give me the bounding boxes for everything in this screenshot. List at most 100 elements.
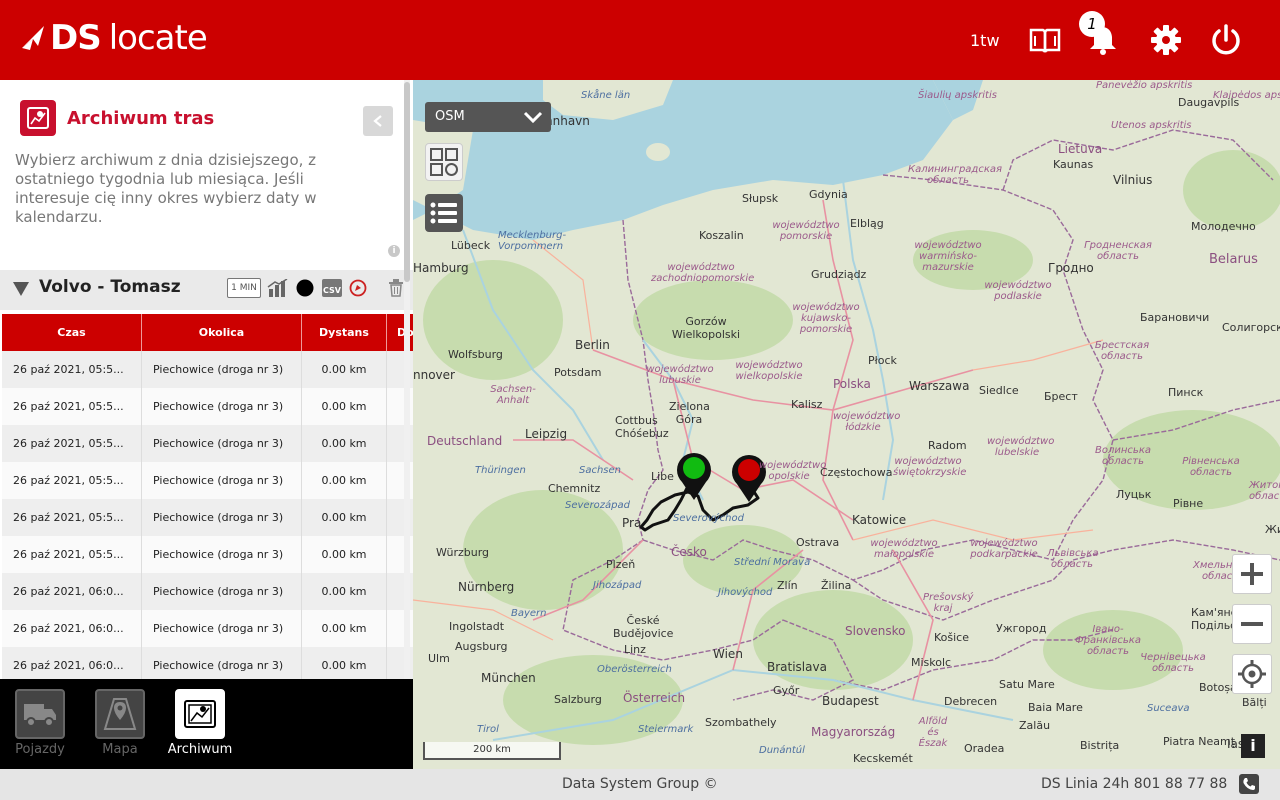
table-row[interactable]: 26 paź 2021, 06:0... Piechowice (droga nr…: [2, 573, 413, 610]
collapse-panel-button[interactable]: [363, 106, 393, 136]
cell-area: Piechowice (droga nr 3): [142, 573, 302, 610]
user-label[interactable]: 1tw: [970, 31, 1000, 50]
archive-map-icon: [175, 689, 225, 739]
route-replay-icon[interactable]: [348, 278, 368, 298]
column-header-area[interactable]: Okolica: [142, 314, 302, 351]
info-icon[interactable]: i: [388, 245, 400, 257]
app-footer: Data System Group © DS Linia 24h 801 88 …: [0, 769, 1280, 800]
map-label: Słupsk: [742, 192, 779, 205]
delete-trash-icon[interactable]: [386, 278, 406, 298]
map-label: Ostrava: [796, 536, 840, 549]
map-label: Молодечно: [1191, 220, 1256, 233]
map-label: Nürnberg: [458, 580, 515, 594]
cell-time: 26 paź 2021, 05:5...: [2, 388, 142, 425]
notifications-count-badge[interactable]: 1: [1079, 11, 1105, 37]
manual-book-icon[interactable]: [1025, 20, 1065, 60]
phone-icon[interactable]: [1239, 774, 1259, 794]
map-label: Žilina: [821, 579, 852, 592]
cell-area: Piechowice (droga nr 3): [142, 462, 302, 499]
map-label: Grudziądz: [811, 268, 867, 281]
map-layer-select[interactable]: OSM: [425, 102, 551, 132]
vehicle-group-header[interactable]: Volvo - Tomasz 1 MIN CSV: [0, 270, 413, 310]
map-label: Jihozápad: [593, 580, 642, 591]
map-layer-value: OSM: [435, 109, 465, 124]
map-label: Wien: [713, 647, 743, 661]
map-label: Чернівецька область: [1140, 652, 1206, 674]
zoom-out-button[interactable]: [1232, 604, 1272, 644]
map-label: Severozápad: [565, 500, 630, 511]
map-label: województwo opolskie: [759, 460, 827, 482]
cell-area: Piechowice (droga nr 3): [142, 499, 302, 536]
map-label: München: [481, 671, 536, 685]
ds-locate-logo[interactable]: DS locate: [20, 18, 208, 58]
table-row[interactable]: 26 paź 2021, 05:5... Piechowice (droga nr…: [2, 462, 413, 499]
collapse-triangle-icon[interactable]: [13, 282, 29, 296]
map-label: Ужгород: [996, 622, 1047, 635]
map-label: Debrecen: [944, 695, 998, 708]
map-label: Budapest: [822, 694, 879, 708]
column-header-time[interactable]: Czas: [2, 314, 142, 351]
map-label: Střední Morava: [734, 557, 811, 568]
nav-map[interactable]: Mapa: [85, 689, 155, 761]
csv-export-icon[interactable]: CSV: [321, 278, 343, 298]
map-view[interactable]: Skåne län hnhavn Klaipėdos apskritis Pan…: [413, 80, 1280, 769]
map-label: Oradea: [964, 742, 1005, 755]
map-label: Severovýchod: [673, 513, 744, 524]
cell-time: 26 paź 2021, 06:0...: [2, 573, 142, 610]
table-row[interactable]: 26 paź 2021, 05:5... Piechowice (droga nr…: [2, 536, 413, 573]
map-label: Steiermark: [638, 724, 694, 735]
route-start-marker[interactable]: [674, 450, 714, 502]
map-label: województwo świętokrzyskie: [893, 456, 967, 478]
table-row[interactable]: 26 paź 2021, 06:0... Piechowice (droga nr…: [2, 647, 413, 679]
logout-power-icon[interactable]: [1206, 20, 1246, 60]
chevron-down-icon: [523, 111, 543, 124]
logo-locate-text: locate: [108, 18, 208, 58]
map-label: nnover: [413, 368, 455, 382]
map-label: Жит: [1265, 523, 1280, 536]
map-label: województwo podlaskie: [984, 280, 1052, 302]
nav-archive[interactable]: Archiwum: [165, 689, 235, 761]
map-label: Гродненская область: [1084, 240, 1152, 262]
map-list-button[interactable]: [425, 194, 463, 232]
statistics-chart-icon[interactable]: [266, 278, 290, 298]
plus-icon: [1241, 563, 1263, 585]
panel-scrollbar-thumb[interactable]: [404, 82, 410, 282]
table-row[interactable]: 26 paź 2021, 05:5... Piechowice (droga nr…: [2, 425, 413, 462]
track-color-swatch[interactable]: [296, 278, 314, 298]
table-row[interactable]: 26 paź 2021, 05:5... Piechowice (droga nr…: [2, 388, 413, 425]
map-label: Suceava: [1147, 703, 1190, 714]
map-label: Гродно: [1048, 261, 1094, 275]
list-icon: [430, 202, 457, 224]
map-label: Piatra Neamț: [1163, 735, 1236, 748]
nav-vehicles[interactable]: Pojazdy: [5, 689, 75, 761]
map-label: Kalisz: [791, 398, 823, 411]
map-label: Radom: [928, 439, 967, 452]
map-label: województwo wielkopolskie: [735, 360, 803, 382]
map-label: Potsdam: [554, 366, 602, 379]
settings-gear-icon[interactable]: [1146, 20, 1186, 60]
table-header: Czas Okolica Dystans Do: [2, 314, 413, 351]
logo-ds-text: DS: [50, 18, 102, 58]
zoom-in-button[interactable]: [1232, 554, 1272, 594]
interval-1min-tag[interactable]: 1 MIN: [227, 278, 261, 298]
map-label: Česko: [671, 545, 707, 559]
truck-icon: [15, 689, 65, 739]
table-row[interactable]: 26 paź 2021, 05:5... Piechowice (droga nr…: [2, 351, 413, 388]
map-layers-grid-button[interactable]: [425, 143, 463, 181]
locate-me-button[interactable]: [1232, 654, 1272, 694]
map-label: Belarus: [1209, 252, 1258, 267]
map-label: Siedlce: [979, 384, 1019, 397]
map-label: województwo małopolskie: [870, 538, 938, 560]
cell-time: 26 paź 2021, 05:5...: [2, 425, 142, 462]
table-row[interactable]: 26 paź 2021, 06:0... Piechowice (droga nr…: [2, 610, 413, 647]
cell-time: 26 paź 2021, 05:5...: [2, 536, 142, 573]
map-label: Луцьк: [1116, 488, 1152, 501]
cell-distance: 0.00 km: [302, 388, 387, 425]
cell-time: 26 paź 2021, 05:5...: [2, 499, 142, 536]
map-label: Dunántúl: [759, 745, 805, 756]
table-row[interactable]: 26 paź 2021, 05:5... Piechowice (droga nr…: [2, 499, 413, 536]
nav-archive-label: Archiwum: [167, 742, 233, 757]
map-attribution-info-button[interactable]: i: [1241, 734, 1265, 758]
column-header-distance[interactable]: Dystans: [302, 314, 387, 351]
map-label: Österreich: [623, 691, 686, 705]
